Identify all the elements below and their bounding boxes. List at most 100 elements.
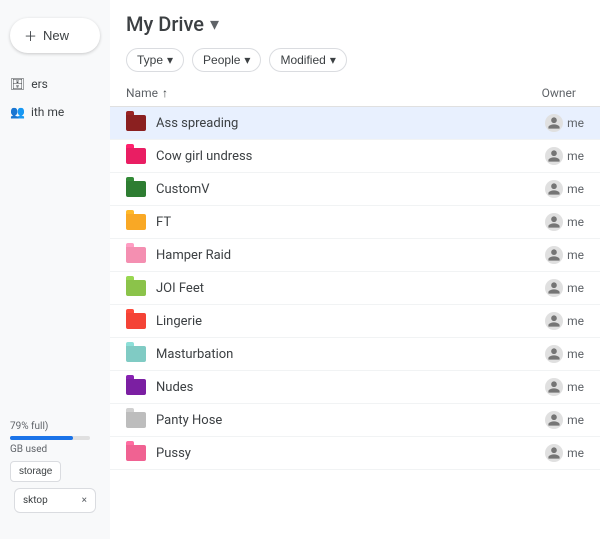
table-row[interactable]: JOI Feet me (110, 272, 600, 305)
file-name: Masturbation (156, 347, 484, 362)
owner-avatar (545, 114, 563, 132)
col-owner-header: Owner (484, 86, 584, 100)
storage-button[interactable]: storage (10, 461, 61, 482)
owner-avatar (545, 444, 563, 462)
owner-name: me (567, 149, 584, 163)
filter-people-label: People (203, 53, 240, 67)
filter-type-arrow: ▾ (167, 53, 173, 67)
file-name: Nudes (156, 380, 484, 395)
owner-avatar (545, 312, 563, 330)
table-row[interactable]: CustomV me (110, 173, 600, 206)
table-row[interactable]: Nudes me (110, 371, 600, 404)
file-name: Hamper Raid (156, 248, 484, 263)
storage-bar-fill (10, 436, 73, 440)
owner-name: me (567, 314, 584, 328)
owner-avatar (545, 279, 563, 297)
filter-type-label: Type (137, 53, 163, 67)
owner-name: me (567, 215, 584, 229)
plus-icon: ＋ (24, 26, 37, 45)
owner-cell: me (484, 147, 584, 165)
owner-avatar (545, 246, 563, 264)
file-name: Cow girl undress (156, 149, 484, 164)
sort-icon: ↑ (162, 86, 168, 100)
file-name: CustomV (156, 182, 484, 197)
sidebar-item-ers[interactable]: 🗄 ers (0, 71, 110, 97)
new-button[interactable]: ＋ New (10, 18, 100, 53)
owner-name: me (567, 116, 584, 130)
desktop-label: sktop (23, 495, 48, 506)
folder-icon (126, 247, 146, 263)
page-title: My Drive (126, 12, 204, 36)
owner-avatar (545, 345, 563, 363)
col-name-header[interactable]: Name ↑ (126, 86, 484, 100)
filter-type[interactable]: Type ▾ (126, 48, 184, 72)
table-row[interactable]: Panty Hose me (110, 404, 600, 437)
owner-name: me (567, 248, 584, 262)
folder-icon (126, 280, 146, 296)
table-row[interactable]: Lingerie me (110, 305, 600, 338)
owner-name: me (567, 347, 584, 361)
owner-name: me (567, 281, 584, 295)
file-name: Panty Hose (156, 413, 484, 428)
owner-cell: me (484, 378, 584, 396)
owner-cell: me (484, 180, 584, 198)
owner-cell: me (484, 411, 584, 429)
file-name: Ass spreading (156, 116, 484, 131)
folder-icon (126, 181, 146, 197)
file-name: Lingerie (156, 314, 484, 329)
title-dropdown-icon[interactable]: ▾ (210, 14, 219, 35)
filter-people[interactable]: People ▾ (192, 48, 261, 72)
filter-modified-arrow: ▾ (330, 53, 336, 67)
owner-cell: me (484, 246, 584, 264)
sidebar-item-shared[interactable]: 👥 ith me (0, 99, 110, 125)
file-table: Name ↑ Owner Ass spreading me Cow girl u… (110, 80, 600, 539)
sidebar: ＋ New 🗄 ers 👥 ith me 79% full) GB used s… (0, 0, 110, 539)
folder-icon (126, 445, 146, 461)
file-rows-container: Ass spreading me Cow girl undress me Cus… (110, 107, 600, 470)
table-row[interactable]: Ass spreading me (110, 107, 600, 140)
owner-cell: me (484, 345, 584, 363)
file-name: JOI Feet (156, 281, 484, 296)
owner-cell: me (484, 213, 584, 231)
folder-icon (126, 214, 146, 230)
folder-icon (126, 379, 146, 395)
owner-name: me (567, 182, 584, 196)
name-col-label: Name (126, 86, 158, 100)
header: My Drive ▾ (110, 0, 600, 44)
owner-cell: me (484, 444, 584, 462)
filter-modified-label: Modified (280, 53, 325, 67)
table-row[interactable]: Hamper Raid me (110, 239, 600, 272)
file-name: Pussy (156, 446, 484, 461)
owner-cell: me (484, 114, 584, 132)
owner-avatar (545, 411, 563, 429)
owner-avatar (545, 378, 563, 396)
folder-icon (126, 313, 146, 329)
owner-name: me (567, 413, 584, 427)
owner-cell: me (484, 312, 584, 330)
table-row[interactable]: Masturbation me (110, 338, 600, 371)
storage-bar-bg (10, 436, 90, 440)
folder-icon (126, 148, 146, 164)
storage-used: GB used (10, 444, 100, 455)
drive-icon: 🗄 (10, 77, 25, 91)
storage-label: 79% full) (10, 421, 100, 432)
owner-name: me (567, 380, 584, 394)
owner-avatar (545, 147, 563, 165)
file-name: FT (156, 215, 484, 230)
filter-modified[interactable]: Modified ▾ (269, 48, 346, 72)
sidebar-storage: 79% full) GB used storage sktop × (0, 411, 110, 529)
close-icon[interactable]: × (82, 495, 87, 506)
filter-bar: Type ▾ People ▾ Modified ▾ (110, 44, 600, 80)
owner-cell: me (484, 279, 584, 297)
owner-avatar (545, 213, 563, 231)
main-content: My Drive ▾ Type ▾ People ▾ Modified ▾ Na… (110, 0, 600, 539)
shared-icon: 👥 (10, 105, 25, 119)
table-header: Name ↑ Owner (110, 80, 600, 107)
folder-icon (126, 115, 146, 131)
table-row[interactable]: Cow girl undress me (110, 140, 600, 173)
folder-icon (126, 346, 146, 362)
table-row[interactable]: Pussy me (110, 437, 600, 470)
filter-people-arrow: ▾ (244, 53, 250, 67)
table-row[interactable]: FT me (110, 206, 600, 239)
owner-name: me (567, 446, 584, 460)
